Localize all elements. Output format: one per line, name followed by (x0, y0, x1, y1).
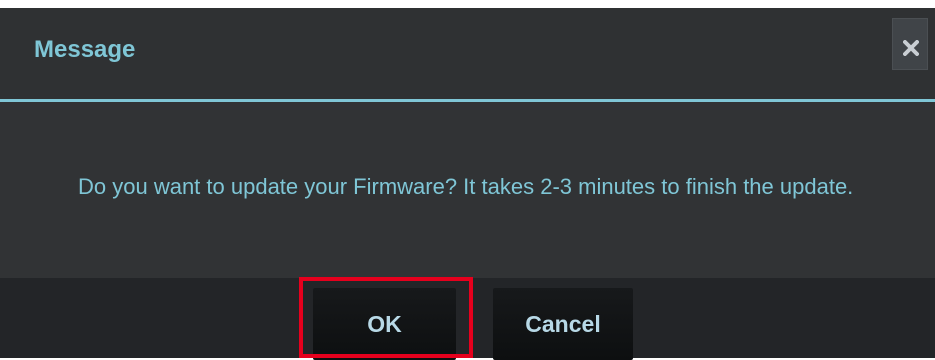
dialog-title: Message (34, 36, 136, 63)
cancel-button[interactable]: Cancel (493, 288, 633, 360)
ok-button[interactable]: OK (313, 288, 456, 360)
close-button[interactable] (892, 18, 928, 70)
dialog-message: Do you want to update your Firmware? It … (78, 174, 854, 199)
dialog-header: Message (0, 8, 935, 99)
dialog-footer: OK Cancel (0, 278, 935, 360)
close-icon (903, 40, 919, 56)
firmware-update-dialog: Message Do you want to update your Firmw… (0, 8, 935, 360)
message-area: Do you want to update your Firmware? It … (0, 102, 935, 278)
